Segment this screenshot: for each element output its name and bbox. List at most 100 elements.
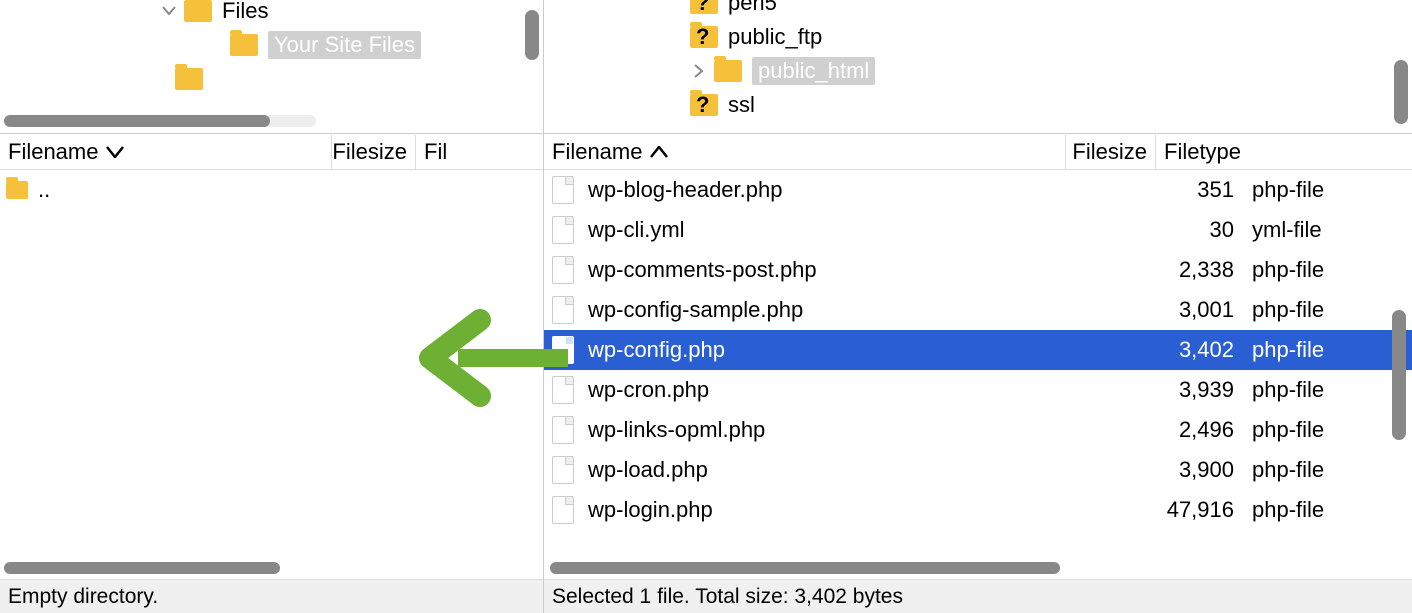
file-type: php-file bbox=[1244, 257, 1346, 283]
file-size: 47,916 bbox=[1154, 497, 1244, 523]
file-size: 3,900 bbox=[1154, 457, 1244, 483]
tree-item[interactable]: ssl bbox=[544, 88, 1412, 122]
column-header-filename[interactable]: Filename bbox=[0, 135, 332, 169]
file-row[interactable]: wp-comments-post.php2,338php-file bbox=[544, 250, 1412, 290]
file-name: wp-cli.yml bbox=[588, 217, 1154, 243]
file-name: wp-config-sample.php bbox=[588, 297, 1154, 323]
local-status-bar: Empty directory. bbox=[0, 579, 543, 613]
file-name: wp-login.php bbox=[588, 497, 1154, 523]
column-label: Filename bbox=[8, 139, 98, 165]
file-icon bbox=[552, 296, 574, 324]
file-icon bbox=[552, 216, 574, 244]
scrollbar-vertical-thumb[interactable] bbox=[1394, 60, 1408, 124]
tree-item-label: Files bbox=[222, 0, 268, 24]
column-label: Filesize bbox=[332, 139, 407, 165]
tree-item[interactable]: Files bbox=[0, 0, 543, 28]
spacer bbox=[666, 28, 684, 46]
file-name: wp-links-opml.php bbox=[588, 417, 1154, 443]
file-size: 30 bbox=[1154, 217, 1244, 243]
file-size: 3,939 bbox=[1154, 377, 1244, 403]
file-size: 351 bbox=[1154, 177, 1244, 203]
file-row[interactable]: wp-cron.php3,939php-file bbox=[544, 370, 1412, 410]
folder-icon bbox=[184, 0, 212, 22]
file-row[interactable]: wp-blog-header.php351php-file bbox=[544, 170, 1412, 210]
file-row[interactable]: wp-links-opml.php2,496php-file bbox=[544, 410, 1412, 450]
folder-unknown-icon bbox=[690, 26, 718, 48]
sort-descending-icon bbox=[106, 146, 124, 158]
file-name: wp-cron.php bbox=[588, 377, 1154, 403]
tree-item-label: public_html bbox=[752, 57, 875, 85]
folder-icon bbox=[714, 60, 742, 82]
scrollbar-horizontal-track[interactable] bbox=[4, 115, 316, 127]
file-type: php-file bbox=[1244, 417, 1346, 443]
file-size: 2,338 bbox=[1154, 257, 1244, 283]
local-tree[interactable]: FilesYour Site Files bbox=[0, 0, 543, 134]
file-type: php-file bbox=[1244, 177, 1346, 203]
remote-file-list-header: Filename Filesize Filetype bbox=[544, 134, 1412, 170]
column-header-filename[interactable]: Filename bbox=[544, 135, 1066, 169]
file-type: php-file bbox=[1244, 457, 1346, 483]
column-label: Filename bbox=[552, 139, 642, 165]
file-name: wp-blog-header.php bbox=[588, 177, 1154, 203]
spacer bbox=[151, 70, 169, 88]
local-file-list[interactable]: .. bbox=[0, 170, 543, 557]
remote-tree[interactable]: perl5 public_ftp public_htmlssl bbox=[544, 0, 1412, 134]
file-row[interactable]: wp-cli.yml30yml-file bbox=[544, 210, 1412, 250]
spacer bbox=[666, 96, 684, 114]
tree-item-label: ssl bbox=[728, 92, 755, 118]
file-type: yml-file bbox=[1244, 217, 1346, 243]
local-file-list-header: Filename Filesize Fil bbox=[0, 134, 543, 170]
file-icon bbox=[552, 456, 574, 484]
file-icon bbox=[552, 256, 574, 284]
column-header-filetype[interactable]: Filetype bbox=[1156, 135, 1266, 169]
scrollbar-vertical-thumb[interactable] bbox=[1392, 310, 1406, 440]
column-label: Filetype bbox=[1164, 139, 1241, 165]
chevron-right-icon[interactable] bbox=[690, 62, 708, 80]
folder-unknown-icon bbox=[690, 0, 718, 14]
file-icon bbox=[552, 376, 574, 404]
file-type: php-file bbox=[1244, 297, 1346, 323]
tree-item[interactable]: perl5 bbox=[544, 0, 1412, 20]
tree-item-label: Your Site Files bbox=[268, 31, 421, 59]
column-header-filesize[interactable]: Filesize bbox=[1066, 135, 1156, 169]
file-name: wp-load.php bbox=[588, 457, 1154, 483]
scrollbar-horizontal-thumb[interactable] bbox=[4, 115, 270, 127]
file-row[interactable]: wp-load.php3,900php-file bbox=[544, 450, 1412, 490]
file-row[interactable]: wp-config.php3,402php-file bbox=[544, 330, 1412, 370]
file-icon bbox=[552, 176, 574, 204]
file-size: 3,001 bbox=[1154, 297, 1244, 323]
column-label: Filesize bbox=[1072, 139, 1147, 165]
column-label: Fil bbox=[424, 139, 447, 165]
spacer bbox=[666, 0, 684, 12]
file-row[interactable]: wp-login.php47,916php-file bbox=[544, 490, 1412, 530]
tree-item[interactable]: public_ftp bbox=[544, 20, 1412, 54]
file-size: 2,496 bbox=[1154, 417, 1244, 443]
sort-ascending-icon bbox=[650, 146, 668, 158]
folder-icon bbox=[175, 68, 203, 90]
file-icon bbox=[552, 496, 574, 524]
file-row[interactable]: .. bbox=[0, 170, 543, 210]
file-name: wp-comments-post.php bbox=[588, 257, 1154, 283]
tree-item[interactable]: public_html bbox=[544, 54, 1412, 88]
file-row[interactable]: wp-config-sample.php3,001php-file bbox=[544, 290, 1412, 330]
tree-item[interactable] bbox=[0, 62, 543, 96]
folder-unknown-icon bbox=[690, 94, 718, 116]
spacer bbox=[206, 36, 224, 54]
file-type: php-file bbox=[1244, 337, 1346, 363]
remote-status-bar: Selected 1 file. Total size: 3,402 bytes bbox=[544, 579, 1412, 613]
tree-item-label: perl5 bbox=[728, 0, 777, 16]
chevron-down-icon[interactable] bbox=[160, 2, 178, 20]
status-text: Selected 1 file. Total size: 3,402 bytes bbox=[552, 585, 903, 609]
scrollbar-horizontal-thumb[interactable] bbox=[550, 562, 1060, 574]
scrollbar-horizontal-thumb[interactable] bbox=[4, 562, 280, 574]
column-header-filesize[interactable]: Filesize bbox=[332, 135, 416, 169]
file-icon bbox=[552, 416, 574, 444]
file-type: php-file bbox=[1244, 497, 1346, 523]
file-type: php-file bbox=[1244, 377, 1346, 403]
tree-item[interactable]: Your Site Files bbox=[0, 28, 543, 62]
remote-file-list[interactable]: wp-blog-header.php351php-filewp-cli.yml3… bbox=[544, 170, 1412, 557]
folder-icon bbox=[6, 181, 28, 199]
status-text: Empty directory. bbox=[8, 585, 158, 609]
column-header-filetype[interactable]: Fil bbox=[416, 135, 543, 169]
scrollbar-vertical-thumb[interactable] bbox=[525, 10, 539, 60]
